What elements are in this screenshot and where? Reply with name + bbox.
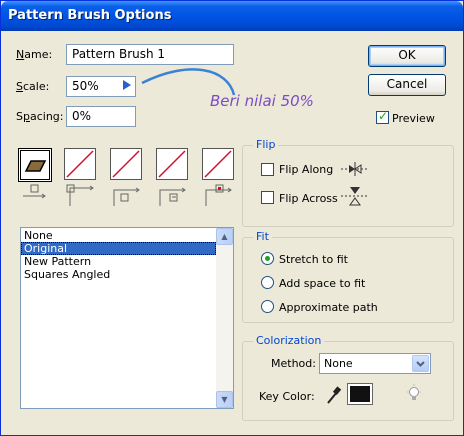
- list-item-selected[interactable]: Original: [21, 242, 216, 255]
- preview-label: Preview: [392, 112, 435, 125]
- dialog-body: Name: Pattern Brush 1 Scale: 50% Spacing…: [4, 31, 460, 433]
- flip-group: Flip Flip Along Flip Across: [242, 138, 454, 227]
- preview-checkbox[interactable]: ✓: [376, 109, 389, 124]
- flip-along-icon: [341, 162, 369, 176]
- list-item[interactable]: Squares Angled: [21, 268, 216, 281]
- window-title: Pattern Brush Options: [8, 8, 172, 23]
- radio-dot: [265, 256, 270, 261]
- annotation-text: Beri nilai 50%: [210, 92, 314, 110]
- tile-side-pattern-icon: [24, 160, 47, 172]
- scroll-up-icon[interactable]: ▲: [216, 228, 233, 245]
- tile-outer-corner-icon: [66, 184, 94, 206]
- tile-none-slash-icon: [112, 150, 140, 178]
- flip-along-checkbox[interactable]: [261, 163, 274, 176]
- flip-across-label: Flip Across: [279, 192, 338, 205]
- approximate-path-label: Approximate path: [279, 301, 378, 314]
- flip-along-label: Flip Along: [279, 163, 334, 176]
- tile-none-slash-icon: [204, 150, 232, 178]
- flip-group-title: Flip: [253, 138, 279, 151]
- tile-side[interactable]: [18, 148, 52, 182]
- colorization-group: Colorization Method: None Key Color:: [242, 334, 454, 421]
- tile-none-slash-icon: [158, 150, 186, 178]
- tile-outer-corner[interactable]: [64, 148, 96, 180]
- tile-inner-corner[interactable]: [110, 148, 142, 180]
- flip-across-checkbox[interactable]: [261, 191, 274, 204]
- name-label: Name:: [16, 48, 53, 61]
- pattern-listbox[interactable]: None Original New Pattern Squares Angled…: [20, 227, 234, 409]
- preview-check-mark-icon: ✓: [378, 109, 389, 123]
- pattern-list-items: None Original New Pattern Squares Angled: [21, 229, 216, 281]
- chevron-down-icon[interactable]: [412, 355, 429, 372]
- colorization-group-title: Colorization: [253, 334, 325, 347]
- stretch-to-fit-radio[interactable]: [261, 252, 274, 265]
- method-value: None: [324, 357, 353, 370]
- list-scrollbar[interactable]: ▲ ▼: [216, 228, 233, 408]
- tile-none-slash-icon: [66, 150, 94, 178]
- fit-group: Fit Stretch to fit Add space to fit Appr…: [242, 230, 454, 323]
- tile-end-icon: [205, 184, 232, 206]
- lightbulb-tips-icon[interactable]: [405, 384, 423, 404]
- scroll-down-icon[interactable]: ▼: [216, 391, 233, 408]
- eyedropper-icon[interactable]: [325, 384, 343, 406]
- fit-group-title: Fit: [253, 230, 272, 243]
- stretch-to-fit-label: Stretch to fit: [279, 253, 348, 266]
- tile-start-icon: [159, 187, 186, 206]
- pattern-brush-options-dialog: Pattern Brush Options Name: Pattern Brus…: [0, 0, 464, 436]
- spacing-input[interactable]: 0%: [66, 106, 136, 127]
- tile-end[interactable]: [202, 148, 234, 180]
- title-bar[interactable]: Pattern Brush Options: [1, 1, 463, 31]
- list-item[interactable]: None: [21, 229, 216, 242]
- add-space-to-fit-label: Add space to fit: [279, 277, 366, 290]
- chevron-down-glyph: [416, 361, 425, 367]
- scale-value: 50%: [72, 79, 99, 93]
- list-item[interactable]: New Pattern: [21, 255, 216, 268]
- scale-input[interactable]: 50%: [66, 76, 136, 97]
- scale-label: Scale:: [16, 80, 50, 93]
- add-space-to-fit-radio[interactable]: [261, 276, 274, 289]
- cancel-button[interactable]: Cancel: [368, 74, 446, 96]
- method-label: Method:: [271, 357, 316, 370]
- name-label-rest: ame:: [24, 48, 53, 61]
- tile-start[interactable]: [156, 148, 188, 180]
- method-select[interactable]: None: [319, 353, 431, 374]
- ok-button[interactable]: OK: [368, 45, 446, 67]
- spacing-label: Spacing:: [16, 110, 64, 123]
- key-color-label: Key Color:: [259, 390, 315, 403]
- tile-side-icon: [23, 184, 46, 199]
- key-color-swatch[interactable]: [347, 383, 373, 405]
- tile-inner-corner-icon: [113, 187, 140, 206]
- approximate-path-radio[interactable]: [261, 300, 274, 313]
- flip-across-icon: [341, 187, 369, 206]
